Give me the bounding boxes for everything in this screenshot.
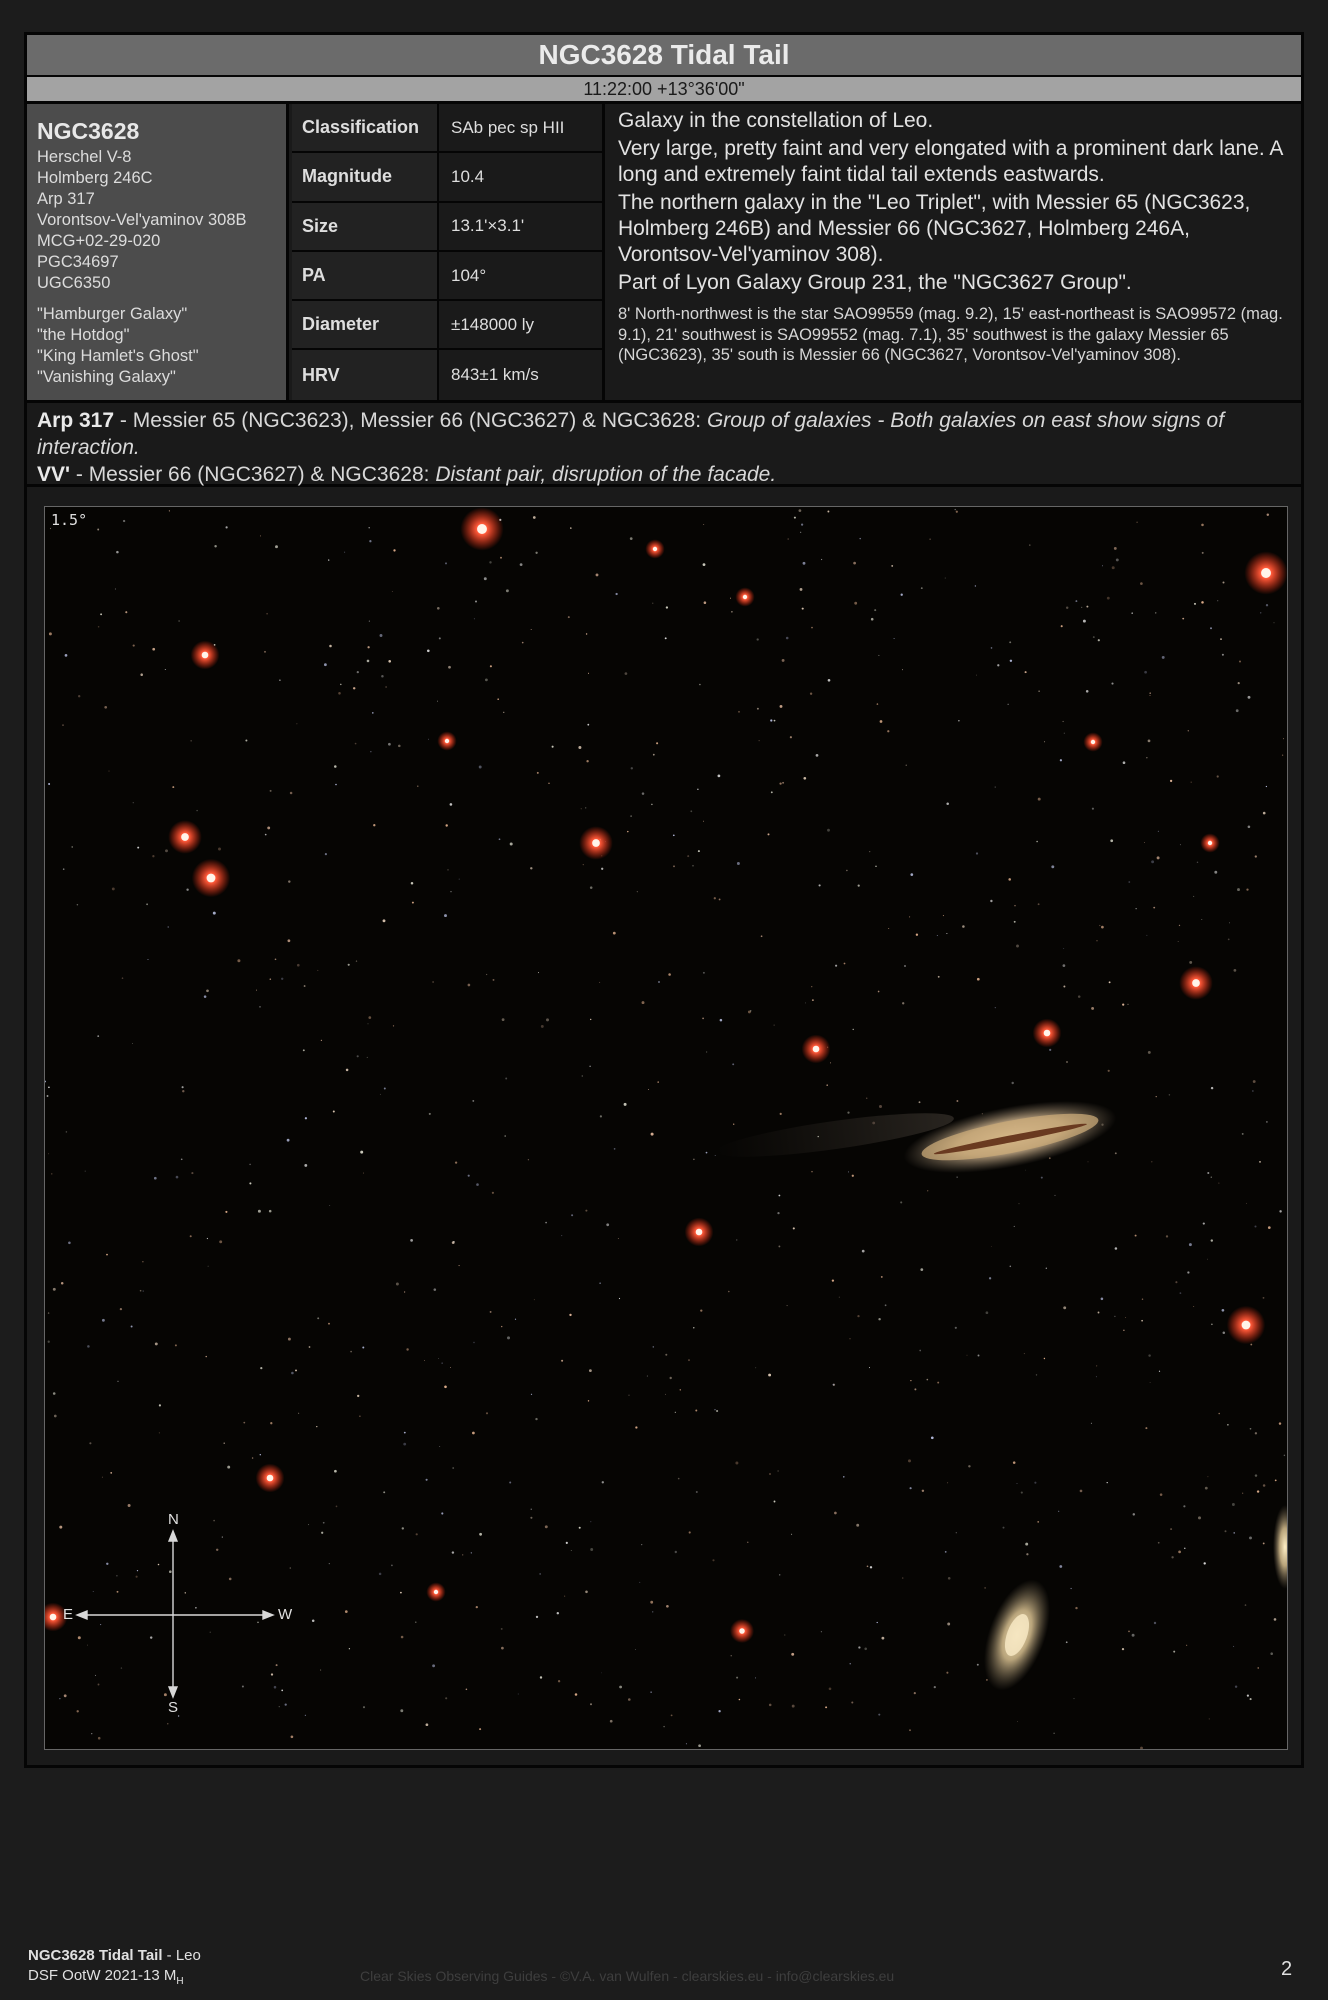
compass-north: N xyxy=(168,1511,179,1528)
group-entry: VV' - Messier 66 (NGC3627) & NGC3628: Di… xyxy=(37,461,1291,488)
compass-south: S xyxy=(168,1699,179,1716)
property-value: 104° xyxy=(439,251,602,300)
nickname: "Vanishing Galaxy" xyxy=(37,368,176,386)
property-value: SAb pec sp HII xyxy=(439,104,602,152)
property-row: Magnitude 10.4 xyxy=(292,153,602,203)
description-line: The northern galaxy in the "Leo Triplet"… xyxy=(618,191,1251,266)
property-key: HRV xyxy=(292,350,439,400)
property-row: HRV 843±1 km/s xyxy=(292,350,602,400)
names-panel: NGC3628 Herschel V-8 Holmberg 246C Arp 3… xyxy=(27,104,289,400)
page-title: NGC3628 Tidal Tail xyxy=(27,35,1301,77)
property-key: PA xyxy=(292,251,439,300)
description-line: Very large, pretty faint and very elonga… xyxy=(618,137,1283,186)
property-row: Size 13.1'×3.1' xyxy=(292,202,602,252)
description-panel: Galaxy in the constellation of Leo. Very… xyxy=(608,104,1301,400)
properties-table: Classification SAb pec sp HII Magnitude … xyxy=(292,104,605,400)
nickname: "King Hamlet's Ghost" xyxy=(37,347,199,365)
designation: Holmberg 246C xyxy=(37,169,153,187)
info-row: NGC3628 Herschel V-8 Holmberg 246C Arp 3… xyxy=(27,104,1301,403)
footer-constellation: - Leo xyxy=(162,1947,201,1964)
property-key: Size xyxy=(292,202,439,250)
property-value: 13.1'×3.1' xyxy=(439,202,602,250)
designation: MCG+02-29-020 xyxy=(37,232,161,250)
nickname: "the Hotdog" xyxy=(37,326,130,344)
group-catalog: Arp 317 xyxy=(37,409,115,432)
property-row: PA 104° xyxy=(292,251,602,302)
footer-credit: Clear Skies Observing Guides - ©V.A. van… xyxy=(360,1968,895,1984)
designation: Herschel V-8 xyxy=(37,148,132,166)
compass-west: W xyxy=(278,1606,293,1623)
property-value: 10.4 xyxy=(439,153,602,201)
designation: PGC34697 xyxy=(37,253,119,271)
sky-image: 1.5° N S E W xyxy=(44,506,1288,1750)
property-value: ±148000 ly xyxy=(439,301,602,349)
nickname: "Hamburger Galaxy" xyxy=(37,305,188,323)
page-number: 2 xyxy=(1281,1958,1293,1980)
footer-title: NGC3628 Tidal Tail xyxy=(28,1947,163,1964)
designation: UGC6350 xyxy=(37,274,111,292)
compass-east: E xyxy=(63,1606,74,1623)
field-of-view-label: 1.5° xyxy=(51,511,88,529)
footer-guide: DSF OotW 2021-13 M xyxy=(28,1967,177,1984)
group-separator: - xyxy=(114,409,133,432)
property-row: Classification SAb pec sp HII xyxy=(292,104,602,154)
property-key: Magnitude xyxy=(292,153,439,201)
group-entry: Arp 317 - Messier 65 (NGC3623), Messier … xyxy=(37,407,1291,461)
star-field xyxy=(45,507,1287,1749)
coordinates: 11:22:00 +13°36'00" xyxy=(27,77,1301,104)
group-memberships: Arp 317 - Messier 65 (NGC3623), Messier … xyxy=(27,403,1301,487)
description-line: Galaxy in the constellation of Leo. xyxy=(618,109,934,132)
guide-panel: NGC3628 Tidal Tail 11:22:00 +13°36'00" N… xyxy=(24,32,1304,1768)
neighbors-text: 8' North-northwest is the star SAO99559 … xyxy=(618,305,1283,364)
designation: Arp 317 xyxy=(37,190,95,208)
object-name: NGC3628 xyxy=(37,118,140,144)
group-note: Distant pair, disruption of the facade. xyxy=(435,463,777,486)
designation: Vorontsov-Vel'yaminov 308B xyxy=(37,211,247,229)
description-line: Part of Lyon Galaxy Group 231, the "NGC3… xyxy=(618,271,1132,294)
group-members: Messier 65 (NGC3623), Messier 66 (NGC362… xyxy=(132,409,707,432)
group-separator: - xyxy=(70,463,89,486)
footer-info: NGC3628 Tidal Tail - Leo DSF OotW 2021-1… xyxy=(28,1946,201,1992)
property-value: 843±1 km/s xyxy=(439,350,602,400)
property-row: Diameter ±148000 ly xyxy=(292,301,602,351)
group-catalog: VV' xyxy=(37,463,71,486)
footer-guide-sub: H xyxy=(176,1976,184,1987)
property-key: Classification xyxy=(292,104,439,152)
group-members: Messier 66 (NGC3627) & NGC3628: xyxy=(88,463,436,486)
property-key: Diameter xyxy=(292,301,439,349)
